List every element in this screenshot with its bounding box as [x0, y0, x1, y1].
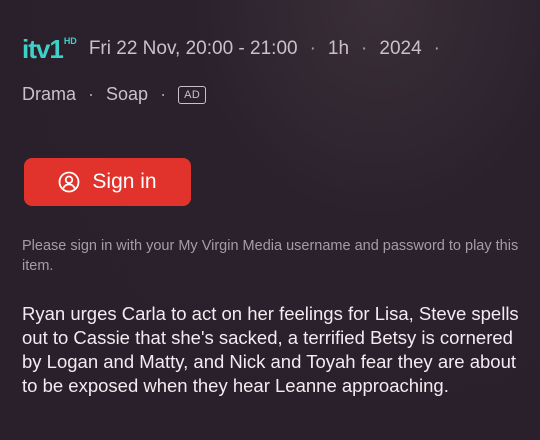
user-circle-icon [58, 171, 80, 193]
year: 2024 [379, 38, 422, 59]
hd-badge: HD [63, 36, 77, 46]
audio-description-badge: AD [178, 85, 207, 104]
channel-name: itv1 [22, 34, 64, 64]
sign-in-hint: Please sign in with your My Virgin Media… [22, 238, 519, 274]
channel-logo: itv1 HD [22, 36, 77, 62]
sign-in-label: Sign in [92, 170, 157, 193]
sign-in-button[interactable]: Sign in [24, 158, 191, 206]
duration: 1h [327, 38, 350, 59]
episode-synopsis: Ryan urges Carla to act on her feelings … [22, 303, 519, 396]
programme-details-screen: itv1 HD Fri 22 Nov, 20:00 - 21:00 · 1h ·… [0, 0, 540, 440]
schedule-time: Fri 22 Nov, 20:00 - 21:00 [88, 38, 298, 59]
genre-row: Drama · Soap · AD [22, 84, 207, 105]
separator-dot: · [433, 38, 440, 59]
separator-dot: · [309, 38, 316, 59]
genre-soap: Soap [106, 84, 149, 104]
genre-drama: Drama [22, 84, 77, 104]
separator-dot: · [88, 84, 95, 104]
separator-dot: · [160, 84, 167, 104]
separator-dot: · [361, 38, 368, 59]
programme-meta-row: itv1 HD Fri 22 Nov, 20:00 - 21:00 · 1h ·… [22, 36, 452, 62]
